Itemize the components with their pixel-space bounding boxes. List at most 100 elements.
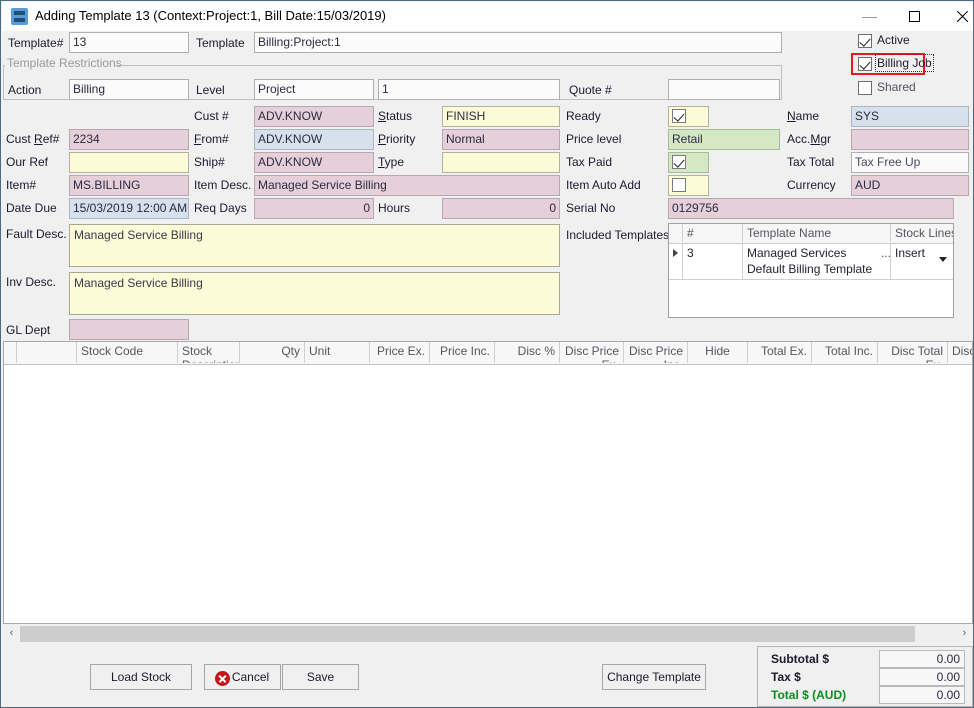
check-icon [673, 110, 684, 121]
currency-field[interactable]: AUD [851, 175, 969, 196]
cust-ref-field[interactable]: 2234 [69, 129, 189, 150]
item-no-field[interactable]: MS.BILLING [69, 175, 189, 196]
load-stock-button[interactable]: Load Stock [90, 664, 192, 690]
fault-desc-label: Fault Desc. [6, 227, 67, 241]
status-field[interactable]: FINISH [442, 106, 560, 127]
total-value: 0.00 [879, 686, 965, 704]
item-desc-field[interactable]: Managed Service Billing [254, 175, 560, 196]
stock-col-stock-code[interactable]: Stock Code [77, 342, 178, 363]
cancel-x-icon [215, 671, 230, 686]
subtotal-label: Subtotal $ [771, 652, 829, 666]
template-field[interactable]: Billing:Project:1 [254, 32, 782, 53]
column-header-stock-lines[interactable]: Stock Lines [891, 224, 953, 242]
save-button[interactable]: Save [282, 664, 359, 690]
cust-no-label: Cust # [194, 109, 229, 123]
table-row[interactable]: 3 Managed Services Default Billing Templ… [669, 243, 953, 280]
cell-ellipsis[interactable]: ... [877, 243, 891, 279]
our-ref-field[interactable] [69, 152, 189, 173]
maximize-button[interactable] [893, 3, 939, 31]
req-days-field[interactable]: 0 [254, 198, 374, 219]
tax-total-label: Tax Total [787, 155, 834, 169]
stock-lines-grid[interactable]: Stock Code StockDescription Qty Unit Pri… [3, 341, 973, 624]
horizontal-scrollbar[interactable]: ‹ › [3, 626, 973, 642]
serial-no-label: Serial No [566, 201, 615, 215]
cust-ref-label: Cust Ref# [6, 132, 59, 146]
stock-col-unit[interactable]: Unit [305, 342, 370, 363]
ship-no-field[interactable]: ADV.KNOW [254, 152, 374, 173]
from-no-label: From# [194, 132, 229, 146]
stock-col-disc-price-ex[interactable]: Disc PriceEx. [560, 342, 624, 363]
ready-label: Ready [566, 109, 601, 123]
subtotal-value: 0.00 [879, 650, 965, 668]
stock-col-hide[interactable]: Hide [688, 342, 748, 363]
scroll-left-arrow-icon[interactable]: ‹ [3, 626, 20, 642]
type-label: Type [378, 155, 404, 169]
hours-label: Hours [378, 201, 410, 215]
priority-label: Priority [378, 132, 415, 146]
price-level-label: Price level [566, 132, 621, 146]
stock-col-disc[interactable]: Disc [948, 342, 973, 363]
chevron-down-icon[interactable] [939, 257, 947, 262]
window-title: Adding Template 13 (Context:Project:1, B… [35, 8, 386, 23]
template-no-field[interactable]: 13 [69, 32, 189, 53]
quote-no-field[interactable] [668, 79, 780, 100]
level-label: Level [196, 83, 225, 97]
item-desc-label: Item Desc. [194, 178, 251, 192]
stock-col-disc-price-inc[interactable]: Disc PriceInc. [624, 342, 688, 363]
stock-col-total-inc[interactable]: Total Inc. [812, 342, 878, 363]
stock-col-price-ex[interactable]: Price Ex. [370, 342, 430, 363]
row-indicator-cell [669, 243, 683, 279]
stock-col-total-ex[interactable]: Total Ex. [748, 342, 812, 363]
cust-no-field[interactable]: ADV.KNOW [254, 106, 374, 127]
inv-desc-label: Inv Desc. [6, 275, 56, 289]
tax-value: 0.00 [879, 668, 965, 686]
date-due-field[interactable]: 15/03/2019 12:00 AM [69, 198, 189, 219]
inv-desc-memo[interactable]: Managed Service Billing [69, 272, 560, 315]
cancel-button-label: Cancel [232, 670, 269, 684]
tax-paid-label: Tax Paid [566, 155, 612, 169]
acc-mgr-label: Acc.Mgr [787, 132, 831, 146]
row-indicator-column [669, 224, 683, 242]
item-no-label: Item# [6, 178, 36, 192]
scrollbar-thumb[interactable] [20, 626, 915, 642]
acc-mgr-field[interactable] [851, 129, 969, 150]
stock-col-blank[interactable] [17, 342, 77, 363]
scroll-right-arrow-icon[interactable]: › [956, 626, 973, 642]
stock-col-qty[interactable]: Qty [240, 342, 305, 363]
gl-dept-field[interactable] [69, 319, 189, 340]
priority-field[interactable]: Normal [442, 129, 560, 150]
stock-col-price-inc[interactable]: Price Inc. [430, 342, 495, 363]
template-window-icon [11, 8, 28, 25]
price-level-field[interactable]: Retail [668, 129, 780, 150]
ready-checkbox-field[interactable] [668, 106, 709, 127]
tax-total-field[interactable]: Tax Free Up [851, 152, 969, 173]
check-icon [673, 156, 684, 167]
template-label: Template [196, 36, 245, 50]
level-number-field[interactable]: 1 [378, 79, 560, 100]
level-field[interactable]: Project [254, 79, 374, 100]
tax-paid-checkbox-field[interactable] [668, 152, 709, 173]
stock-col-disc-total-ex[interactable]: Disc TotalEx. [878, 342, 948, 363]
hours-field[interactable]: 0 [442, 198, 560, 219]
column-header-num[interactable]: # [683, 224, 743, 242]
our-ref-label: Our Ref [6, 155, 48, 169]
from-no-field[interactable]: ADV.KNOW [254, 129, 374, 150]
scrollbar-track[interactable] [20, 626, 956, 642]
stock-col-stock-description[interactable]: StockDescription [178, 342, 240, 363]
fault-desc-memo[interactable]: Managed Service Billing [69, 224, 560, 267]
close-button[interactable] [939, 3, 974, 31]
change-template-button[interactable]: Change Template [602, 664, 706, 690]
included-templates-grid[interactable]: # Template Name Stock Lines 3 Managed Se… [668, 223, 954, 318]
minimize-button[interactable] [847, 3, 893, 31]
stock-col-indicator[interactable] [4, 342, 17, 363]
stock-col-disc-pct[interactable]: Disc % [495, 342, 560, 363]
cancel-button[interactable]: Cancel [204, 664, 281, 690]
tax-label: Tax $ [771, 670, 801, 684]
type-field[interactable] [442, 152, 560, 173]
action-field[interactable]: Billing [69, 79, 189, 100]
item-auto-add-checkbox-field[interactable] [668, 175, 709, 196]
total-label: Total $ (AUD) [771, 688, 846, 702]
column-header-template-name[interactable]: Template Name [743, 224, 891, 242]
serial-no-field[interactable]: 0129756 [668, 198, 954, 219]
name-field[interactable]: SYS [851, 106, 969, 127]
